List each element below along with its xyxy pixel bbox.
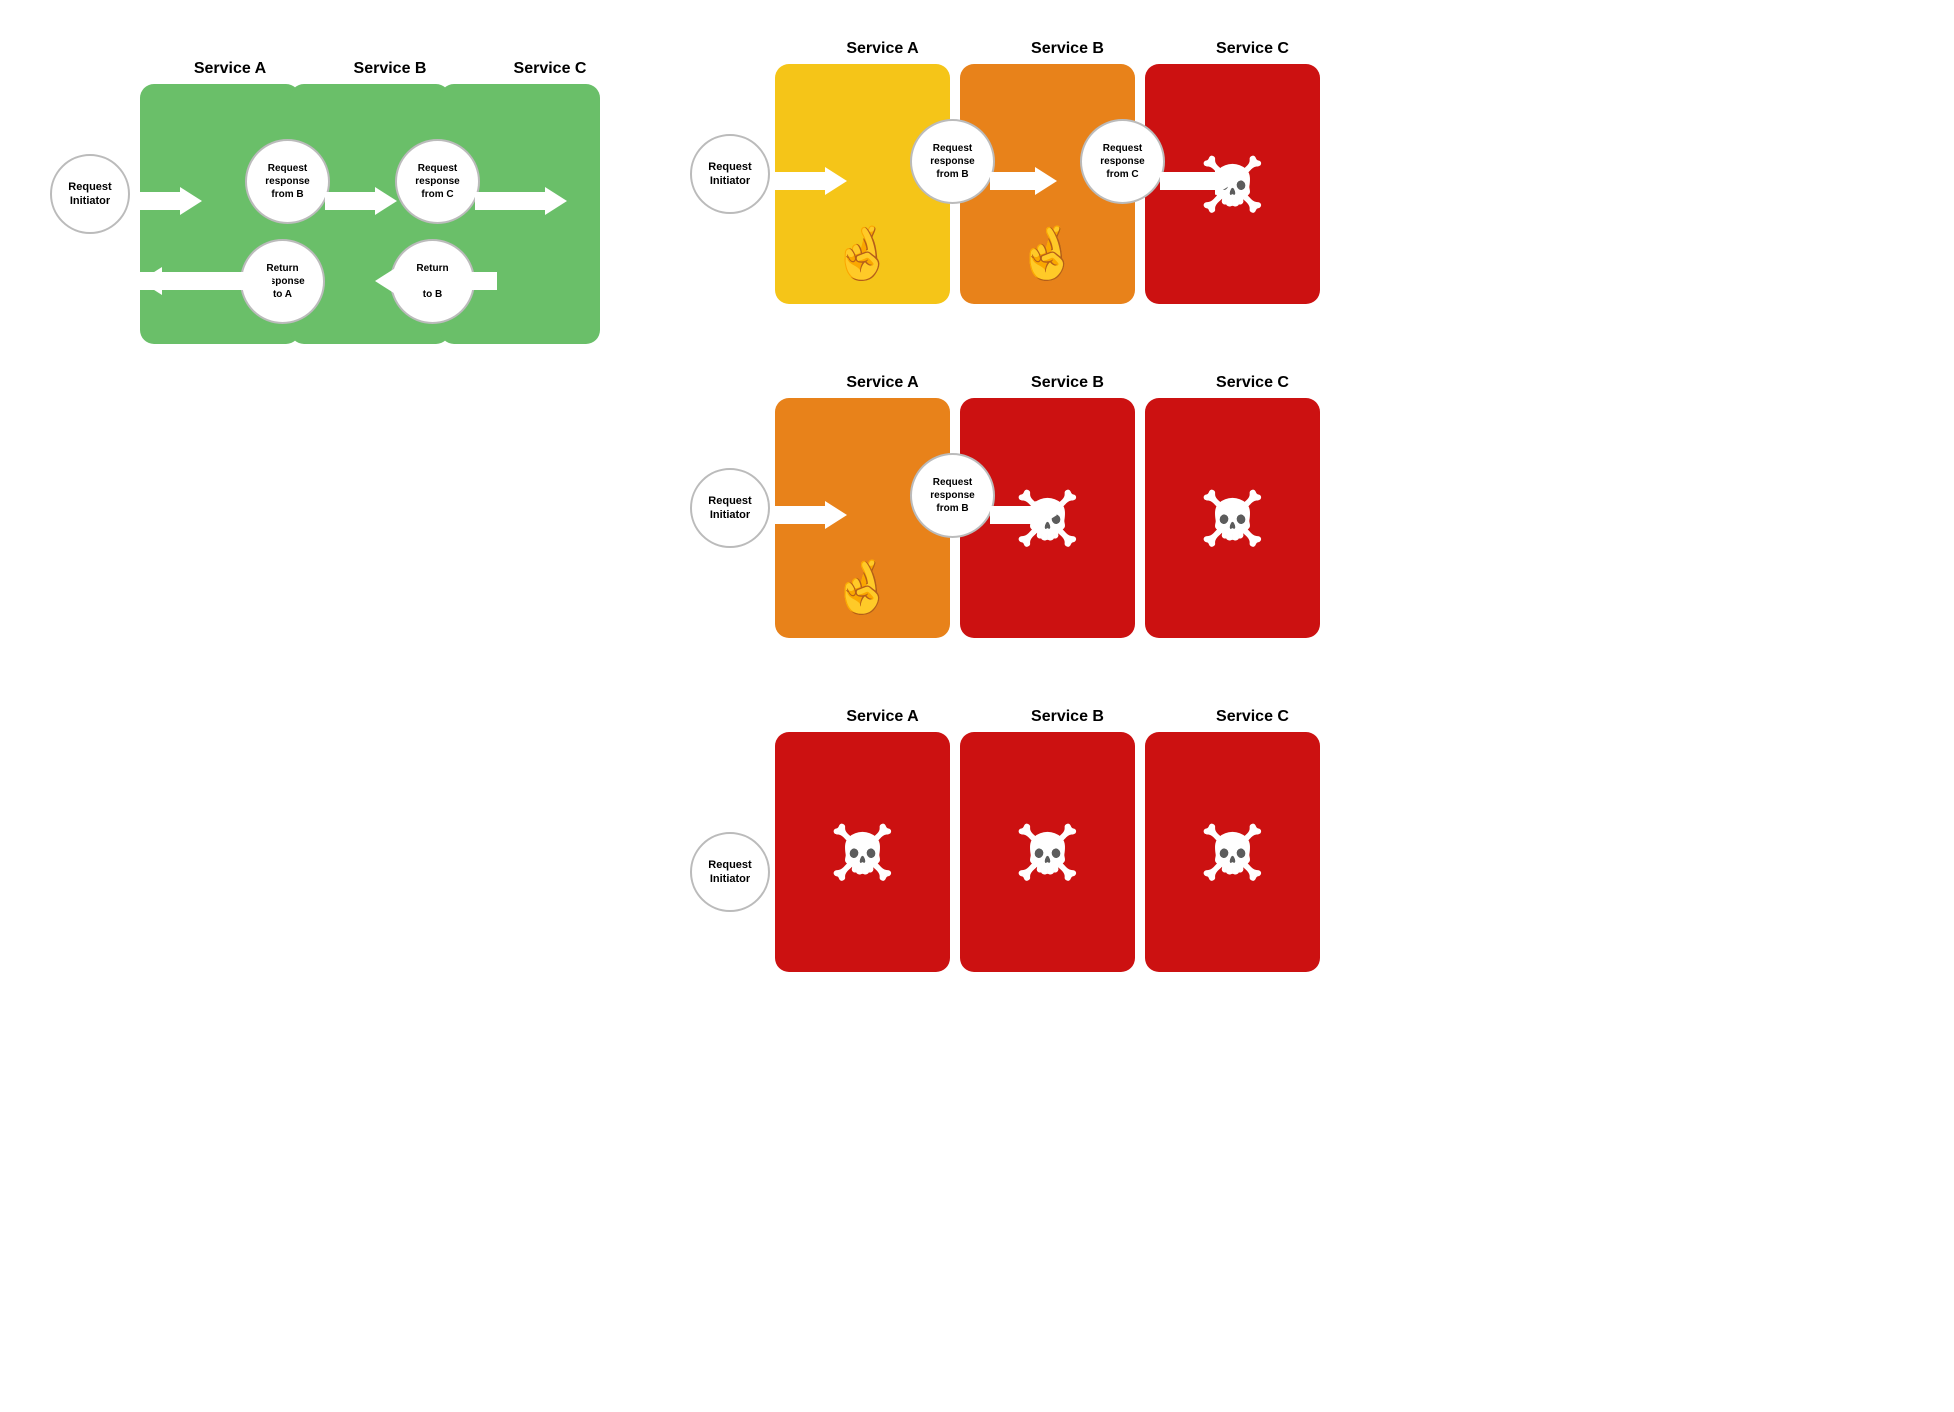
mr-header-a: Service A <box>790 374 975 392</box>
tr-arrow-r3 <box>1160 167 1237 195</box>
arrow-left-final <box>70 267 162 295</box>
arrow-right-1 <box>130 187 202 215</box>
mr-icon-c: ☠️ <box>1200 488 1265 549</box>
tr-arrow-r1 <box>770 167 847 195</box>
header-service-c: Service C <box>470 60 630 78</box>
arrow-right-2 <box>325 187 397 215</box>
br-header-a: Service A <box>790 708 975 726</box>
mr-icon-a: 🤞 <box>830 557 895 618</box>
tr-icon-b: 🤞 <box>1015 223 1080 284</box>
tr-header-b: Service B <box>975 40 1160 58</box>
mr-initiator: Request Initiator <box>690 468 770 548</box>
tr-initiator: Request Initiator <box>690 134 770 214</box>
mr-service-c: ☠️ <box>1145 398 1320 638</box>
br-service-a: ☠️ <box>775 732 950 972</box>
br-service-c: ☠️ <box>1145 732 1320 972</box>
arrow-right-3 <box>475 187 567 215</box>
tr-req-b-circle: Request response from B <box>910 119 995 204</box>
left-panel: Service A Service B Service C Request In… <box>30 30 650 1382</box>
mr-arrow-r1 <box>770 501 847 529</box>
br-icon-c: ☠️ <box>1200 822 1265 883</box>
tr-icon-a: 🤞 <box>830 223 895 284</box>
arrow-left-1 <box>375 267 497 295</box>
header-service-a: Service A <box>150 60 310 78</box>
br-service-b: ☠️ <box>960 732 1135 972</box>
request-from-c-circle: Request response from C <box>395 139 480 224</box>
tr-header-c: Service C <box>1160 40 1345 58</box>
diagram-bot-right: Service A Service B Service C ☠️ ☠️ ☠️ <box>690 708 1904 992</box>
tr-header-a: Service A <box>790 40 975 58</box>
tr-req-c-circle: Request response from C <box>1080 119 1165 204</box>
header-service-b: Service B <box>310 60 470 78</box>
diagram-mid-right: Service A Service B Service C 🤞 ☠️ ☠️ <box>690 374 1904 658</box>
br-icon-b: ☠️ <box>1015 822 1080 883</box>
request-initiator-circle: Request Initiator <box>50 154 130 234</box>
br-icon-a: ☠️ <box>830 822 895 883</box>
mr-header-b: Service B <box>975 374 1160 392</box>
br-initiator: Request Initiator <box>690 832 770 912</box>
right-panel: Service A Service B Service C 🤞 🤞 ☠️ <box>670 30 1924 1382</box>
request-from-b-circle: Request response from B <box>245 139 330 224</box>
br-header-c: Service C <box>1160 708 1345 726</box>
diagram-top-right: Service A Service B Service C 🤞 🤞 ☠️ <box>690 40 1904 324</box>
br-header-b: Service B <box>975 708 1160 726</box>
mr-header-c: Service C <box>1160 374 1345 392</box>
mr-arrow-r2 <box>990 501 1057 529</box>
mr-req-b-circle: Request response from B <box>910 453 995 538</box>
diagram-all-green: Service A Service B Service C Request In… <box>50 60 630 364</box>
tr-arrow-r2 <box>990 167 1057 195</box>
